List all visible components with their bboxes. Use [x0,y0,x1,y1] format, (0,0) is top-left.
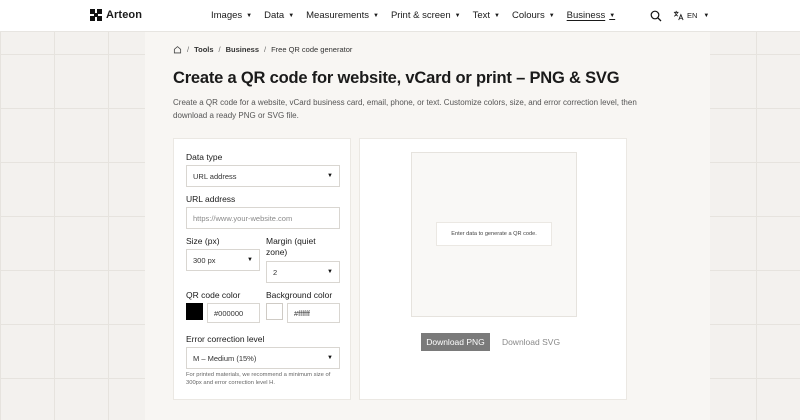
nav-item-label: Business [566,10,606,21]
breadcrumb: / Tools / Business / Free QR code genera… [173,45,352,54]
error-correction-label: Error correction level [186,334,265,344]
nav-item-data[interactable]: Data ▼ [264,10,294,21]
margin-value: 2 [273,267,278,277]
margin-label: Margin (quiet zone) [266,236,316,258]
error-correction-value: M – Medium (15%) [193,353,257,363]
caret-down-icon: ▼ [609,12,616,19]
search-icon[interactable] [650,10,662,22]
caret-down-icon: ▼ [372,12,379,19]
bg-color-swatch[interactable] [266,303,283,320]
page-title: Create a QR code for website, vCard or p… [173,69,620,87]
qr-color-value: #000000 [214,308,244,318]
nav-item-label: Data [264,10,285,21]
error-correction-select[interactable]: M – Medium (15%) ▼ [186,347,340,369]
empty-state-message: Enter data to generate a QR code. [436,222,552,246]
nav-item-business[interactable]: Business ▼ [567,10,616,21]
bg-color-input[interactable]: #ffffff [287,303,340,323]
caret-down-icon: ▼ [548,12,555,19]
page-description: Create a QR code for a website, vCard bu… [173,98,637,120]
nav-item-label: Images [211,10,243,21]
qr-preview-panel: Enter data to generate a QR code. Downlo… [359,138,627,400]
nav-item-label: Measurements [306,10,369,21]
size-select[interactable]: 300 px ▼ [186,249,260,271]
margin-select[interactable]: 2 ▼ [266,261,340,283]
nav-item-measurements[interactable]: Measurements ▼ [306,10,379,21]
data-type-value: URL address [193,171,237,181]
top-navigation-bar: Arteon Images ▼ Data ▼ Measurements ▼ Pr… [0,0,800,32]
caret-down-icon: ▼ [703,12,710,19]
caret-down-icon: ▼ [494,12,500,19]
breadcrumb-separator: / [218,45,221,54]
qr-color-label: QR code color [186,290,241,300]
breadcrumb-business[interactable]: Business [226,45,259,54]
nav-item-colours[interactable]: Colours ▼ [512,10,555,21]
download-png-button[interactable]: Download PNG [421,333,490,351]
print-hint: For printed materials, we recommend a mi… [186,372,331,386]
nav-item-label: Print & screen [390,10,451,21]
nav-item-images[interactable]: Images ▼ [211,10,252,21]
qr-settings-panel: Data type URL address ▼ URL address http… [173,138,351,400]
data-type-select[interactable]: URL address ▼ [186,165,340,187]
size-label: Size (px) [186,236,220,246]
nav-item-label: Colours [511,10,545,21]
caret-down-icon: ▼ [327,269,333,275]
logo-icon [90,9,102,21]
caret-down-icon: ▼ [247,257,253,263]
home-icon[interactable] [173,45,182,54]
url-label: URL address [186,194,236,204]
caret-down-icon: ▼ [327,355,333,361]
logo[interactable]: Arteon [90,9,142,21]
caret-down-icon: ▼ [454,12,461,19]
qr-preview-area: Enter data to generate a QR code. [411,152,577,317]
translate-icon [673,10,684,21]
download-svg-button[interactable]: Download SVG [498,333,564,351]
url-input[interactable]: https://www.your-website.com [186,207,340,229]
breadcrumb-separator: / [264,45,267,54]
bg-color-value: #ffffff [294,308,310,318]
language-code: EN [687,11,698,20]
url-placeholder: https://www.your-website.com [193,213,293,223]
size-value: 300 px [193,255,216,265]
main-content: / Tools / Business / Free QR code genera… [145,32,710,420]
margin-label-line1: Margin (quiet [266,236,316,246]
breadcrumb-separator: / [187,45,190,54]
main-nav: Images ▼ Data ▼ Measurements ▼ Print & s… [211,10,627,21]
qr-color-swatch[interactable] [186,303,203,320]
margin-label-line2: zone) [266,247,288,257]
qr-color-input[interactable]: #000000 [207,303,260,323]
nav-item-text[interactable]: Text ▼ [473,10,500,21]
logo-text: Arteon [106,9,143,21]
nav-item-print-screen[interactable]: Print & screen ▼ [391,10,461,21]
nav-item-label: Text [472,10,490,21]
bg-color-label: Background color [266,290,333,300]
caret-down-icon: ▼ [246,12,253,19]
breadcrumb-tools[interactable]: Tools [194,45,213,54]
breadcrumb-current: Free QR code generator [271,45,353,54]
caret-down-icon: ▼ [327,173,333,179]
caret-down-icon: ▼ [288,12,295,19]
data-type-label: Data type [186,152,223,162]
language-selector[interactable]: EN ▼ [673,10,709,21]
